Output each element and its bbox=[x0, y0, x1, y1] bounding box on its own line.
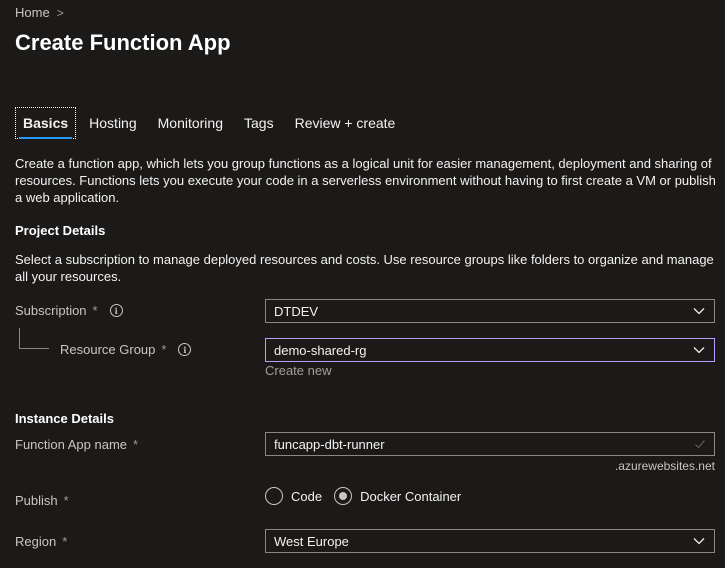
function-app-name-value: funcapp-dbt-runner bbox=[274, 436, 385, 452]
required-marker: * bbox=[161, 342, 167, 357]
page-title: Create Function App bbox=[15, 30, 231, 55]
tab-review-create[interactable]: Review + create bbox=[287, 107, 404, 139]
required-marker: * bbox=[133, 437, 139, 452]
function-app-name-input[interactable]: funcapp-dbt-runner bbox=[265, 432, 715, 456]
chevron-down-icon bbox=[693, 347, 705, 354]
function-app-name-label: Function App name * bbox=[15, 437, 138, 452]
subscription-label: Subscription * i bbox=[15, 303, 123, 318]
chevron-right-icon: > bbox=[56, 5, 64, 20]
tab-list: Basics Hosting Monitoring Tags Review + … bbox=[15, 107, 408, 139]
tab-tags[interactable]: Tags bbox=[236, 107, 282, 139]
info-icon[interactable]: i bbox=[178, 343, 192, 356]
resource-group-label: Resource Group * i bbox=[60, 342, 192, 357]
tab-basics[interactable]: Basics bbox=[15, 107, 77, 139]
info-icon[interactable]: i bbox=[109, 304, 123, 317]
required-marker: * bbox=[92, 303, 98, 318]
publish-code-radio[interactable]: Code bbox=[265, 487, 322, 505]
instance-details-heading: Instance Details bbox=[15, 411, 114, 426]
page-description: Create a function app, which lets you gr… bbox=[15, 156, 716, 205]
tree-connector-horizontal bbox=[19, 348, 49, 349]
region-dropdown[interactable]: West Europe bbox=[265, 529, 715, 553]
tab-hosting[interactable]: Hosting bbox=[81, 107, 144, 139]
project-details-heading: Project Details bbox=[15, 223, 106, 238]
region-label: Region * bbox=[15, 534, 67, 549]
checkmark-icon bbox=[695, 440, 705, 449]
publish-radio-group: Code Docker Container bbox=[265, 487, 461, 505]
breadcrumb: Home > bbox=[15, 5, 64, 20]
required-marker: * bbox=[63, 493, 69, 508]
create-function-app-page: Home > Create Function App Basics Hostin… bbox=[0, 0, 725, 568]
chevron-down-icon bbox=[693, 538, 705, 545]
resource-group-dropdown[interactable]: demo-shared-rg bbox=[265, 338, 715, 362]
region-value: West Europe bbox=[274, 533, 349, 549]
tree-connector-vertical bbox=[19, 328, 20, 348]
tab-monitoring[interactable]: Monitoring bbox=[150, 107, 231, 139]
publish-docker-label: Docker Container bbox=[360, 488, 462, 504]
publish-label: Publish * bbox=[15, 493, 69, 508]
publish-docker-radio[interactable]: Docker Container bbox=[334, 487, 461, 505]
resource-group-value: demo-shared-rg bbox=[274, 342, 367, 358]
breadcrumb-home-link[interactable]: Home bbox=[15, 5, 50, 20]
required-marker: * bbox=[62, 534, 68, 549]
subscription-label-text: Subscription bbox=[15, 303, 87, 318]
radio-selected-icon bbox=[334, 487, 353, 505]
publish-code-label: Code bbox=[291, 488, 323, 504]
subscription-value: DTDEV bbox=[274, 303, 319, 319]
function-app-name-label-text: Function App name bbox=[15, 437, 128, 452]
radio-unselected-icon bbox=[265, 487, 283, 505]
subscription-dropdown[interactable]: DTDEV bbox=[265, 299, 715, 323]
domain-suffix: .azurewebsites.net bbox=[614, 459, 715, 473]
project-details-description: Select a subscription to manage deployed… bbox=[15, 252, 714, 284]
publish-label-text: Publish bbox=[15, 493, 58, 508]
region-label-text: Region bbox=[15, 534, 57, 549]
resource-group-label-text: Resource Group bbox=[60, 342, 156, 357]
chevron-down-icon bbox=[693, 308, 705, 315]
create-new-resource-group-link[interactable]: Create new bbox=[265, 363, 331, 378]
